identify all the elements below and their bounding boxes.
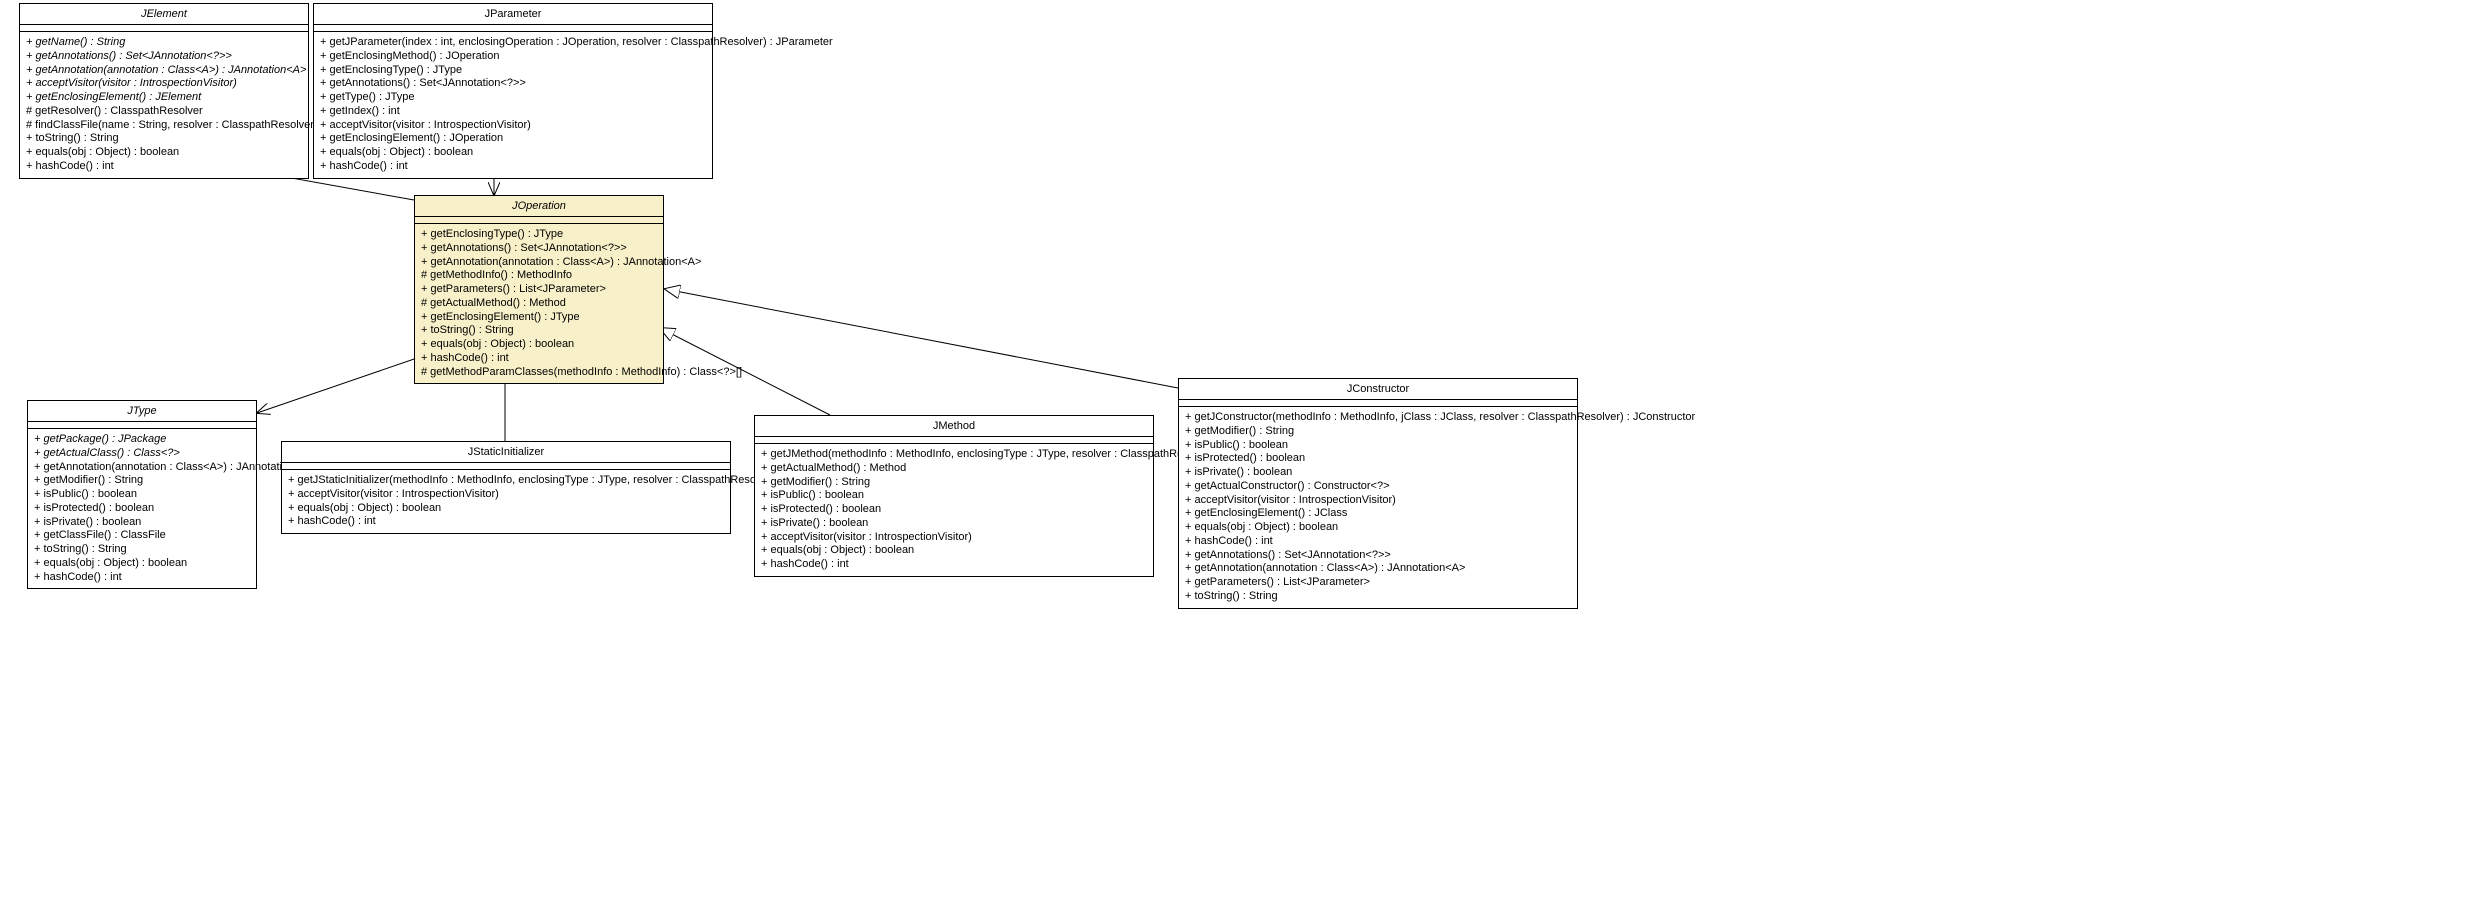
class-member: # findClassFile(name : String, resolver … bbox=[26, 119, 302, 133]
class-member: + getClassFile() : ClassFile bbox=[34, 529, 250, 543]
class-member: + getEnclosingElement() : JType bbox=[421, 311, 657, 325]
class-member: + hashCode() : int bbox=[288, 515, 724, 529]
class-title: JParameter bbox=[314, 4, 712, 25]
class-member: + equals(obj : Object) : boolean bbox=[1185, 521, 1571, 535]
class-member: + getPackage() : JPackage bbox=[34, 433, 250, 447]
class-jelement[interactable]: JElement+ getName() : String+ getAnnotat… bbox=[19, 3, 309, 179]
class-member: + getType() : JType bbox=[320, 91, 706, 105]
class-member: + hashCode() : int bbox=[761, 558, 1147, 572]
class-member: + getAnnotations() : Set<JAnnotation<?>> bbox=[421, 242, 657, 256]
class-member: + toString() : String bbox=[1185, 590, 1571, 604]
class-member: + equals(obj : Object) : boolean bbox=[26, 146, 302, 160]
class-member: + getModifier() : String bbox=[34, 474, 250, 488]
class-member: + isPrivate() : boolean bbox=[761, 517, 1147, 531]
class-member: + getActualMethod() : Method bbox=[761, 462, 1147, 476]
class-members: + getJStaticInitializer(methodInfo : Met… bbox=[282, 470, 730, 533]
class-member: + getAnnotations() : Set<JAnnotation<?>> bbox=[320, 77, 706, 91]
class-member: # getMethodParamClasses(methodInfo : Met… bbox=[421, 366, 657, 380]
class-member: + toString() : String bbox=[421, 324, 657, 338]
class-member: + hashCode() : int bbox=[26, 160, 302, 174]
class-jconstructor[interactable]: JConstructor + getJConstructor(methodInfo… bbox=[1178, 378, 1578, 609]
class-member: + isPrivate() : boolean bbox=[34, 516, 250, 530]
class-member: + getAnnotation(annotation : Class<A>) :… bbox=[1185, 562, 1571, 576]
class-member: + getEnclosingType() : JType bbox=[320, 64, 706, 78]
class-member: # getResolver() : ClasspathResolver bbox=[26, 105, 302, 119]
class-member: + getJParameter(index : int, enclosingOp… bbox=[320, 36, 706, 50]
class-member: + getEnclosingElement() : JOperation bbox=[320, 132, 706, 146]
class-member: + getActualClass() : Class<?> bbox=[34, 447, 250, 461]
class-members: + getEnclosingType() : JType+ getAnnotat… bbox=[415, 224, 663, 383]
class-member: + isPublic() : boolean bbox=[761, 489, 1147, 503]
class-members: + getJConstructor(methodInfo : MethodInf… bbox=[1179, 407, 1577, 608]
class-member: + getEnclosingType() : JType bbox=[421, 228, 657, 242]
class-title: JOperation bbox=[415, 196, 663, 217]
class-member: + getAnnotations() : Set<JAnnotation<?>> bbox=[26, 50, 302, 64]
class-member: + hashCode() : int bbox=[320, 160, 706, 174]
class-title: JMethod bbox=[755, 416, 1153, 437]
class-member: + acceptVisitor(visitor : IntrospectionV… bbox=[26, 77, 302, 91]
class-member: + acceptVisitor(visitor : IntrospectionV… bbox=[1185, 494, 1571, 508]
class-member: + isPrivate() : boolean bbox=[1185, 466, 1571, 480]
class-member: + acceptVisitor(visitor : IntrospectionV… bbox=[288, 488, 724, 502]
class-member: + getAnnotation(annotation : Class<A>) :… bbox=[34, 461, 250, 475]
class-member: + isProtected() : boolean bbox=[34, 502, 250, 516]
class-member: + getAnnotation(annotation : Class<A>) :… bbox=[26, 64, 302, 78]
class-title: JConstructor bbox=[1179, 379, 1577, 400]
class-attr-separator bbox=[20, 25, 308, 32]
class-member: + getAnnotation(annotation : Class<A>) :… bbox=[421, 256, 657, 270]
class-jtype[interactable]: JType + getPackage() : JPackage+ getActua… bbox=[27, 400, 257, 589]
class-member: + isPublic() : boolean bbox=[34, 488, 250, 502]
class-member: + getActualConstructor() : Constructor<?… bbox=[1185, 480, 1571, 494]
class-title: JType bbox=[28, 401, 256, 422]
class-member: + toString() : String bbox=[34, 543, 250, 557]
class-member: + getIndex() : int bbox=[320, 105, 706, 119]
class-member: + getModifier() : String bbox=[1185, 425, 1571, 439]
class-member: + getParameters() : List<JParameter> bbox=[421, 283, 657, 297]
class-member: + equals(obj : Object) : boolean bbox=[288, 502, 724, 516]
class-attr-separator bbox=[1179, 400, 1577, 407]
class-member: + isProtected() : boolean bbox=[1185, 452, 1571, 466]
class-member: + getJStaticInitializer(methodInfo : Met… bbox=[288, 474, 724, 488]
class-members: + getJParameter(index : int, enclosingOp… bbox=[314, 32, 712, 178]
class-member: + getName() : String bbox=[26, 36, 302, 50]
class-jstaticinitializer[interactable]: JStaticInitializer + getJStaticInitialize… bbox=[281, 441, 731, 534]
class-member: # getMethodInfo() : MethodInfo bbox=[421, 269, 657, 283]
class-member: + hashCode() : int bbox=[1185, 535, 1571, 549]
class-member: + equals(obj : Object) : boolean bbox=[421, 338, 657, 352]
class-member: + equals(obj : Object) : boolean bbox=[761, 544, 1147, 558]
class-member: + isPublic() : boolean bbox=[1185, 439, 1571, 453]
class-title: JElement bbox=[20, 4, 308, 25]
class-attr-separator bbox=[314, 25, 712, 32]
class-member: + getModifier() : String bbox=[761, 476, 1147, 490]
class-member: + getEnclosingMethod() : JOperation bbox=[320, 50, 706, 64]
class-joperation[interactable]: JOperation+ getEnclosingType() : JType+ … bbox=[414, 195, 664, 384]
class-attr-separator bbox=[28, 422, 256, 429]
class-member: + toString() : String bbox=[26, 132, 302, 146]
class-attr-separator bbox=[415, 217, 663, 224]
class-member: + equals(obj : Object) : boolean bbox=[34, 557, 250, 571]
class-members: + getPackage() : JPackage+ getActualClas… bbox=[28, 429, 256, 588]
class-jmethod[interactable]: JMethod + getJMethod(methodInfo : MethodI… bbox=[754, 415, 1154, 577]
class-member: + getEnclosingElement() : JClass bbox=[1185, 507, 1571, 521]
class-members: + getName() : String+ getAnnotations() :… bbox=[20, 32, 308, 178]
class-member: + getJMethod(methodInfo : MethodInfo, en… bbox=[761, 448, 1147, 462]
class-member: + getJConstructor(methodInfo : MethodInf… bbox=[1185, 411, 1571, 425]
class-members: + getJMethod(methodInfo : MethodInfo, en… bbox=[755, 444, 1153, 576]
class-member: + equals(obj : Object) : boolean bbox=[320, 146, 706, 160]
class-member: + hashCode() : int bbox=[421, 352, 657, 366]
uml-canvas: JElement+ getName() : String+ getAnnotat… bbox=[0, 0, 2491, 921]
class-member: # getActualMethod() : Method bbox=[421, 297, 657, 311]
class-title: JStaticInitializer bbox=[282, 442, 730, 463]
class-member: + isProtected() : boolean bbox=[761, 503, 1147, 517]
class-member: + getParameters() : List<JParameter> bbox=[1185, 576, 1571, 590]
class-member: + getEnclosingElement() : JElement bbox=[26, 91, 302, 105]
class-member: + acceptVisitor(visitor : IntrospectionV… bbox=[320, 119, 706, 133]
class-attr-separator bbox=[755, 437, 1153, 444]
class-attr-separator bbox=[282, 463, 730, 470]
class-jparameter[interactable]: JParameter + getJParameter(index : int, e… bbox=[313, 3, 713, 179]
class-member: + hashCode() : int bbox=[34, 571, 250, 585]
class-member: + getAnnotations() : Set<JAnnotation<?>> bbox=[1185, 549, 1571, 563]
class-member: + acceptVisitor(visitor : IntrospectionV… bbox=[761, 531, 1147, 545]
